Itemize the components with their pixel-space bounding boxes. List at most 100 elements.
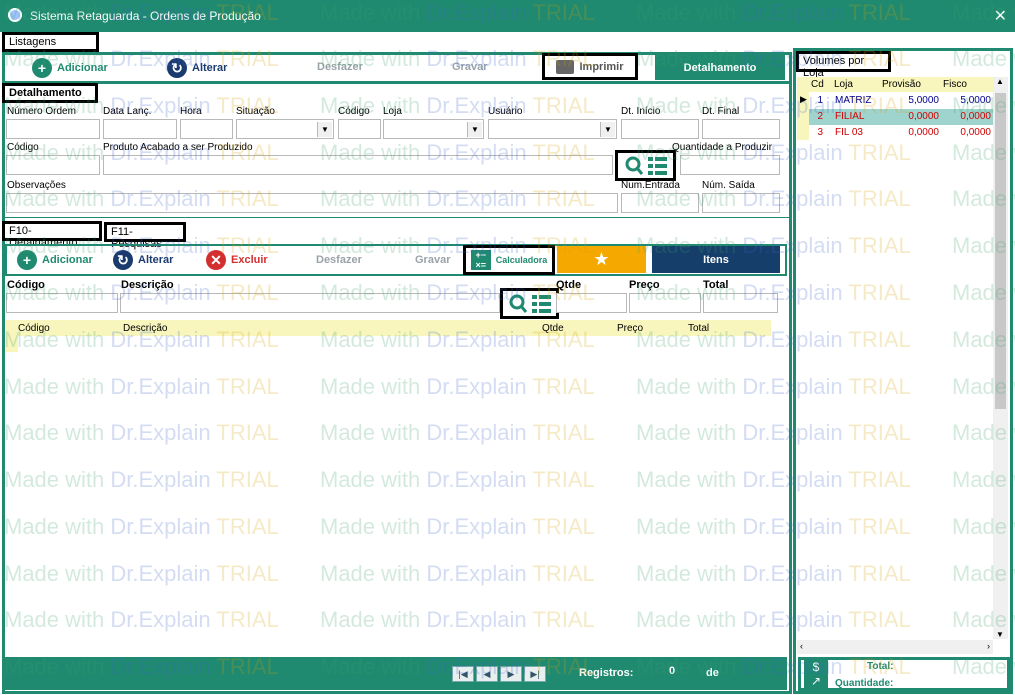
grid-descricao-header[interactable]: Descrição (123, 323, 167, 334)
volumes-cell-fisco: 5,0000 (960, 95, 991, 106)
detalhamento-band[interactable]: Detalhamento (655, 55, 785, 80)
close-icon[interactable]: ✕ (994, 6, 1007, 26)
vol-provisao-header[interactable]: Provisão (882, 79, 921, 90)
volumes-total-label: Total: (867, 661, 894, 672)
window-title: Sistema Retaguarda - Ordens de Produção (30, 9, 261, 23)
grid-total-header[interactable]: Total (688, 323, 709, 334)
situacao-select[interactable] (236, 119, 334, 139)
quantidade-input[interactable] (680, 155, 780, 175)
scroll-left-icon[interactable]: ‹ (800, 641, 803, 651)
app-icon (8, 8, 22, 22)
dt-final-input[interactable] (702, 119, 780, 139)
loja-label: Loja (383, 106, 402, 117)
edit-button[interactable]: ↻ Alterar (167, 58, 227, 78)
tab-f10-detalhamento[interactable]: F10-Detalhamento (2, 221, 102, 249)
prev-record-icon[interactable]: ◀ (476, 666, 498, 682)
items-undo-button[interactable]: Desfazer (316, 254, 362, 266)
calculator-icon: +− ×= (470, 250, 491, 270)
codigo-loja-label: Código (338, 106, 370, 117)
item-preco-label: Preço (629, 279, 660, 291)
vol-fisco-header[interactable]: Fisco (943, 79, 967, 90)
save-label: Gravar (452, 61, 488, 73)
items-delete-button[interactable]: ✕ Excluir (206, 250, 268, 270)
volumes-cell-provisao: 5,0000 (908, 95, 939, 106)
calculator-label: Calculadora (495, 255, 548, 265)
next-record-icon[interactable]: ▶ (500, 666, 522, 682)
volumes-vscroll[interactable]: ▲ ▼ (993, 77, 1008, 639)
row-indicator (6, 336, 18, 352)
print-label: Imprimir (579, 60, 624, 73)
item-total-input[interactable] (703, 293, 778, 313)
dt-inicio-label: Dt. Início (621, 106, 661, 117)
add-label: Adicionar (57, 62, 108, 74)
scroll-up-icon[interactable]: ▲ (996, 77, 1004, 86)
title-bar: Sistema Retaguarda - Ordens de Produção … (0, 0, 1015, 32)
plus-icon: + (32, 58, 52, 78)
volumes-row[interactable]: 3 FIL 03 0,0000 0,0000 (809, 125, 993, 141)
num-saida-input[interactable] (702, 193, 780, 213)
calculator-button[interactable]: +− ×= Calculadora (463, 245, 555, 275)
num-entrada-input[interactable] (621, 193, 699, 213)
items-add-label: Adicionar (42, 254, 93, 266)
undo-button[interactable]: Desfazer (317, 61, 363, 73)
divider (2, 217, 792, 218)
grid-codigo-header[interactable]: Código (18, 323, 50, 334)
add-button[interactable]: + Adicionar (32, 58, 108, 78)
vscroll-thumb[interactable] (995, 93, 1006, 409)
tab-volumes-por-loja[interactable]: Volumes por Loja (796, 51, 891, 79)
item-qtde-input[interactable] (556, 293, 627, 313)
num-saida-label: Núm. Saída (702, 180, 755, 191)
produto-input[interactable] (103, 155, 613, 175)
observacoes-input[interactable] (6, 193, 618, 213)
delete-icon: ✕ (206, 250, 226, 270)
money-chart-icon: $ ↗ (804, 660, 828, 688)
vol-cd-header[interactable]: Cd (811, 79, 824, 90)
numero-ordem-input[interactable] (6, 119, 100, 139)
tab-f11-pesquisas[interactable]: F11-Pesquisas (104, 222, 186, 250)
dt-inicio-input[interactable] (621, 119, 699, 139)
loja-select[interactable] (383, 119, 484, 139)
volumes-hscroll[interactable]: ‹ › (797, 640, 993, 654)
volumes-footer (798, 657, 1010, 691)
usuario-select[interactable] (488, 119, 617, 139)
data-lanc-input[interactable] (103, 119, 177, 139)
situacao-label: Situação (236, 106, 275, 117)
item-codigo-input[interactable] (6, 293, 118, 313)
print-button[interactable]: Imprimir (542, 53, 638, 80)
item-search-button[interactable] (500, 288, 559, 319)
vol-loja-header[interactable]: Loja (834, 79, 853, 90)
items-save-button[interactable]: Gravar (415, 254, 450, 266)
grid-preco-header[interactable]: Preço (617, 323, 643, 334)
data-lanc-label: Data Lanç. (103, 106, 152, 117)
volumes-row[interactable]: 1 MATRIZ 5,0000 5,0000 (809, 93, 993, 109)
item-codigo-label: Código (7, 279, 45, 291)
volumes-cell-fisco: 0,0000 (960, 127, 991, 138)
items-edit-label: Alterar (138, 254, 174, 266)
product-search-button[interactable] (615, 150, 676, 181)
scroll-down-icon[interactable]: ▼ (996, 630, 1004, 639)
items-add-button[interactable]: + Adicionar (17, 250, 93, 270)
item-descricao-input[interactable] (120, 293, 500, 313)
registros-value: 0 (669, 665, 676, 677)
observacoes-label: Observações (7, 180, 66, 191)
volumes-row[interactable]: 2 FILIAL 0,0000 0,0000 (809, 109, 993, 125)
printer-icon (556, 59, 575, 74)
hora-input[interactable] (180, 119, 233, 139)
tab-listagens[interactable]: Listagens (2, 32, 99, 52)
edit-label: Alterar (192, 62, 228, 74)
save-button[interactable]: Gravar (452, 61, 487, 73)
edit-icon: ↻ (113, 250, 133, 270)
codigo-loja-input[interactable] (338, 119, 381, 139)
items-undo-label: Desfazer (316, 254, 362, 266)
grid-qtde-header[interactable]: Qtde (542, 323, 564, 334)
last-record-icon[interactable]: ▶| (524, 666, 546, 682)
item-preco-input[interactable] (629, 293, 701, 313)
itens-band[interactable]: Itens (652, 246, 780, 273)
favorite-button[interactable]: ★ (557, 246, 646, 273)
codigo-input[interactable] (6, 155, 100, 175)
items-edit-button[interactable]: ↻ Alterar (113, 250, 173, 270)
scroll-right-icon[interactable]: › (987, 641, 990, 651)
first-record-icon[interactable]: |◀ (452, 666, 474, 682)
volumes-cell-cd: 2 (817, 111, 823, 122)
items-grid-header (6, 320, 771, 336)
